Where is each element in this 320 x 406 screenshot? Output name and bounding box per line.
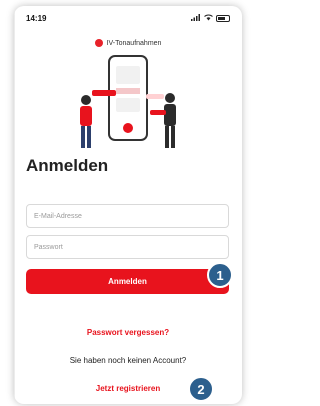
no-account-text: Sie haben noch keinen Account? (69, 356, 187, 365)
password-placeholder: Passwort (34, 243, 63, 251)
login-button-label: Anmelden (108, 277, 147, 286)
brand-name: IV-Tonaufnahmen (106, 39, 162, 47)
brand-header: IV-Tonaufnahmen (14, 36, 242, 50)
forgot-password-link[interactable]: Passwort vergessen? (14, 328, 242, 337)
brand-logo-icon (94, 39, 103, 47)
status-bar: 14:19 (14, 6, 242, 30)
email-field[interactable]: E-Mail-Adresse (26, 204, 229, 228)
signal-icon (191, 13, 201, 23)
email-placeholder: E-Mail-Adresse (34, 212, 82, 220)
step-badge-2: 2 (188, 376, 214, 402)
login-button[interactable]: Anmelden (26, 269, 229, 294)
page-title: Anmelden (26, 156, 109, 175)
status-indicators (191, 13, 230, 23)
hero-illustration (64, 54, 194, 154)
battery-icon (216, 14, 230, 22)
screen-border (14, 6, 15, 404)
password-field[interactable]: Passwort (26, 235, 229, 259)
login-screen: 14:19 IV-Tonaufnahmen Anmelden E-Mail-Ad… (14, 6, 242, 404)
status-time: 14:19 (26, 13, 47, 23)
wifi-icon (204, 14, 213, 23)
step-badge-1: 1 (207, 262, 233, 288)
